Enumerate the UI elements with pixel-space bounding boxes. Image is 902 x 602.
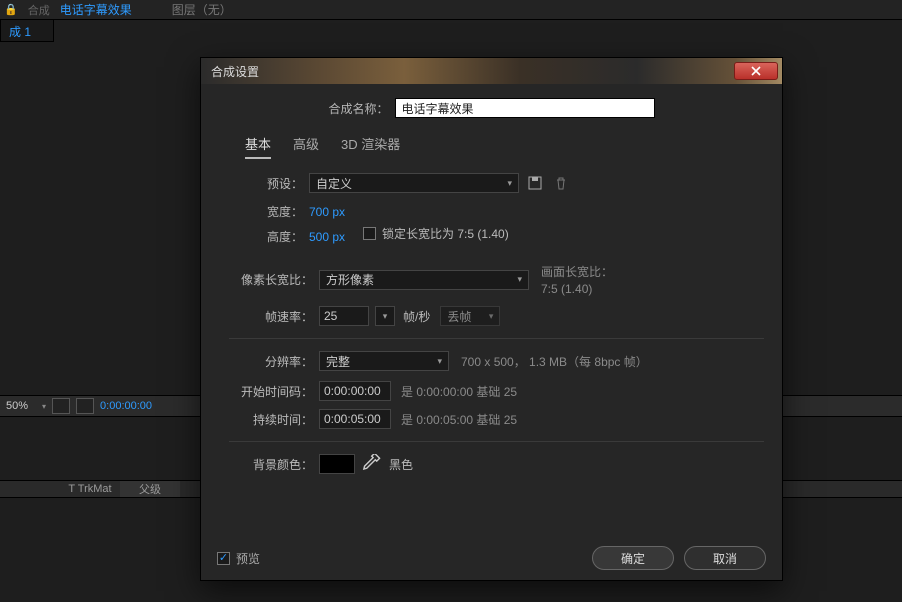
chevron-down-icon: ▾ [437,356,442,367]
chevron-down-icon[interactable]: ▾ [42,402,46,411]
layer-none-label: 图层（无） [172,1,232,18]
comp-name-label: 合成名称： [328,100,394,117]
par-value: 方形像素 [326,271,374,288]
start-tc-info: 是 0:00:00:00 基础 25 [401,383,517,400]
current-timecode[interactable]: 0:00:00:00 [100,400,152,412]
zoom-percent[interactable]: 50% [6,400,36,412]
resolution-info: 700 x 500， 1.3 MB（每 8bpc 帧） [461,353,648,370]
par-label: 像素长宽比： [229,271,313,288]
bgcolor-swatch[interactable] [319,454,355,474]
comp-title: 电话字幕效果 [60,1,132,18]
lock-aspect-label: 锁定长宽比为 7:5 (1.40) [382,225,509,242]
chevron-down-icon: ▾ [507,178,512,189]
chevron-down-icon: ▾ [517,274,522,285]
preview-label: 预览 [236,550,260,567]
dialog-titlebar[interactable]: 合成设置 [201,58,782,84]
dropframe-dropdown: 丢帧 ▾ [440,306,500,326]
delete-preset-button[interactable] [551,173,571,193]
grid-icon[interactable] [76,398,94,414]
height-value[interactable]: 500 px [309,230,345,244]
resolution-dropdown[interactable]: 完整 ▾ [319,351,449,371]
lock-icon: 🔒 [4,3,18,16]
duration-input[interactable] [319,409,391,429]
trash-icon [554,176,568,190]
bgcolor-label: 背景颜色： [229,456,313,473]
resolution-label: 分辨率： [259,353,313,370]
tab-basic[interactable]: 基本 [245,134,271,159]
start-tc-label: 开始时间码： [229,383,313,400]
comp-name-input[interactable] [395,98,655,118]
width-label: 宽度： [259,203,303,220]
settings-tabs: 基本 高级 3D 渲染器 [245,134,764,159]
fps-stepper[interactable]: ▾ [375,306,395,326]
preview-checkbox[interactable] [217,552,230,565]
divider [229,338,764,339]
preset-value: 自定义 [316,175,352,192]
divider [229,441,764,442]
dialog-title: 合成设置 [211,63,259,80]
start-tc-input[interactable] [319,381,391,401]
duration-label: 持续时间： [229,411,313,428]
cancel-button[interactable]: 取消 [684,546,766,570]
resolution-value: 完整 [326,353,350,370]
col-trkmat: T TrkMat [60,483,120,495]
menu-comp: 合成 [28,2,50,18]
lock-aspect-checkbox[interactable] [363,227,376,240]
app-topbar: 🔒 合成 电话字幕效果 图层（无） [0,0,902,20]
par-dropdown[interactable]: 方形像素 ▾ [319,270,529,290]
save-preset-button[interactable] [525,173,545,193]
chevron-down-icon: ▾ [489,311,494,322]
ok-button[interactable]: 确定 [592,546,674,570]
save-preset-icon [528,176,542,190]
eyedropper-button[interactable] [361,454,381,474]
frame-ratio-label: 画面长宽比： [541,263,613,280]
fps-label: 帧速率： [259,308,313,325]
height-label: 高度： [259,228,303,245]
fps-input[interactable] [319,306,369,326]
tab-advanced[interactable]: 高级 [293,134,319,159]
bgcolor-name: 黑色 [389,456,413,473]
eyedropper-icon [361,454,381,474]
preset-label: 预设： [229,175,303,192]
tab-3d-renderer[interactable]: 3D 渲染器 [341,134,400,159]
duration-info: 是 0:00:05:00 基础 25 [401,411,517,428]
width-value[interactable]: 700 px [309,205,345,219]
frame-ratio-value: 7:5 (1.40) [541,282,613,296]
close-icon [750,66,762,76]
col-parent: 父级 [120,481,180,497]
fps-unit: 帧/秒 [403,308,430,325]
dropframe-value: 丢帧 [447,308,471,325]
close-button[interactable] [734,62,778,80]
chevron-down-icon: ▾ [383,311,388,322]
composition-settings-dialog: 合成设置 合成名称： 基本 高级 3D 渲染器 预设： 自定义 ▾ [200,57,783,581]
res-icon[interactable] [52,398,70,414]
preset-dropdown[interactable]: 自定义 ▾ [309,173,519,193]
timeline-tab[interactable]: 成 1 [0,20,54,42]
